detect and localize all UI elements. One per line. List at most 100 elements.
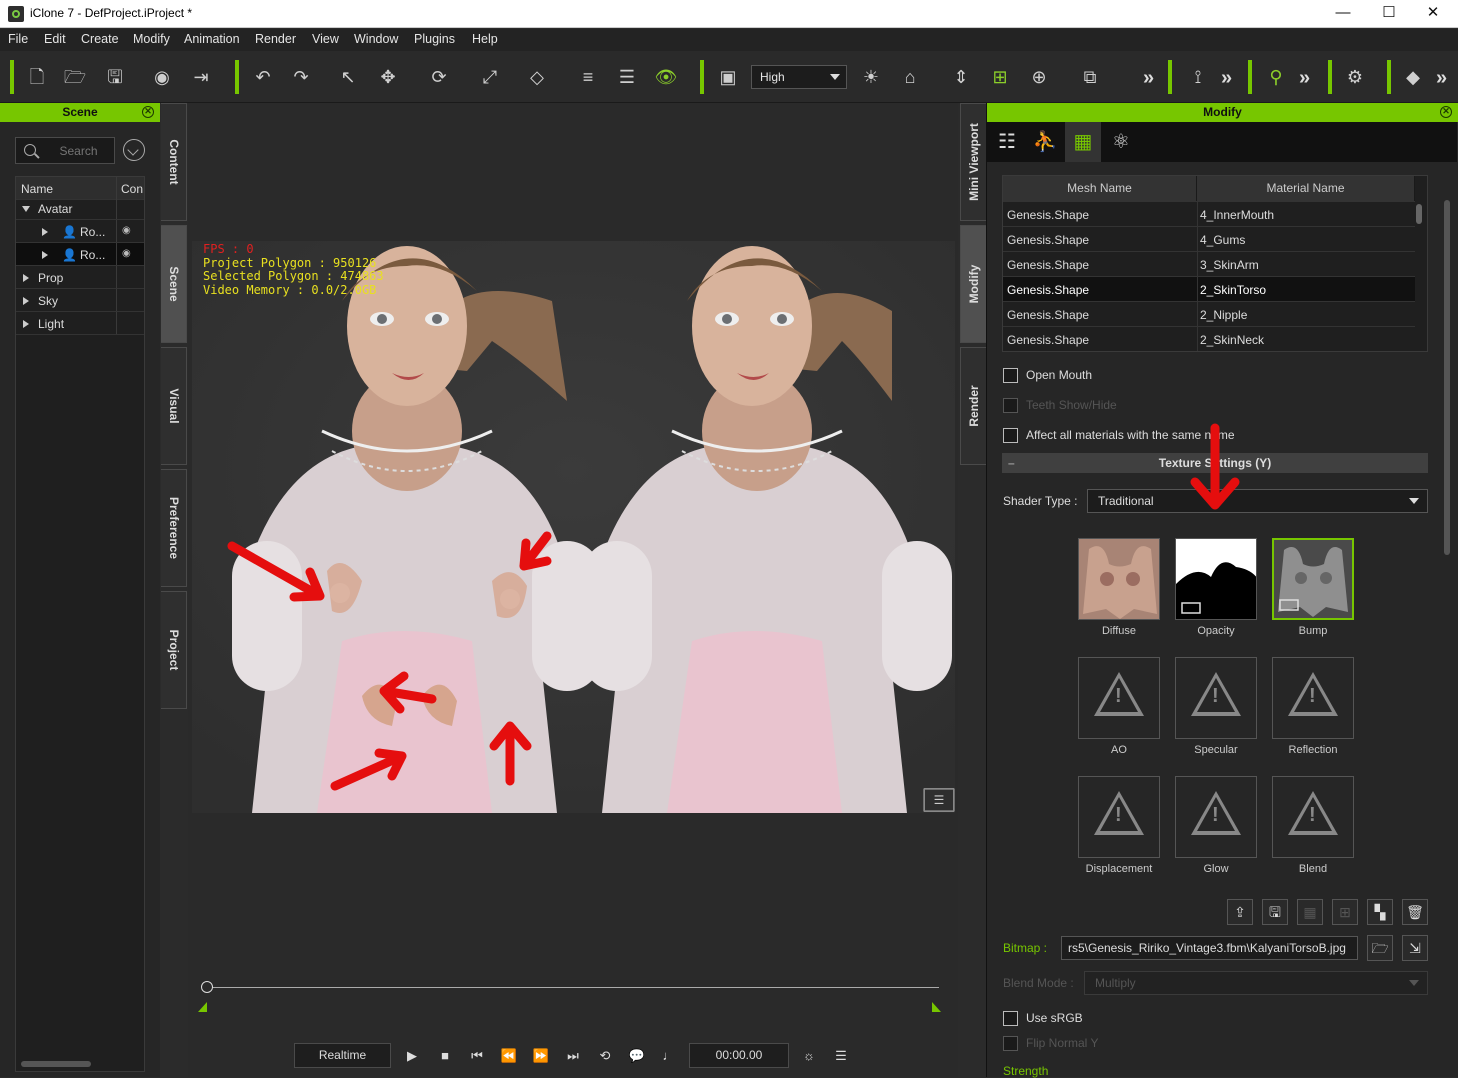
maximize-button[interactable]: ☐ [1366,0,1412,28]
end-marker[interactable] [932,1002,941,1012]
camera-icon[interactable]: ⊕ [1027,65,1051,89]
expand-icon[interactable] [23,297,29,305]
collapse-icon[interactable] [22,206,30,212]
timeline-playhead[interactable] [201,981,213,993]
diamond-icon[interactable]: ◆ [1401,65,1425,89]
launch-editor-icon[interactable]: ⇲ [1402,935,1428,961]
tree-item-sky[interactable]: Sky [16,289,144,312]
more-toolbar-icon[interactable]: » [1143,67,1154,90]
menu-window[interactable]: Window [354,32,398,46]
bone-icon[interactable]: ⟟ [1186,65,1210,89]
go-end-icon[interactable]: ⏭ [564,1047,582,1065]
distribute-icon[interactable]: ☰ [615,65,639,89]
export-icon[interactable]: ⇥ [189,65,213,89]
diffuse-slot[interactable] [1078,538,1160,620]
expand-icon[interactable] [23,274,29,282]
column-con[interactable]: Con [121,182,143,196]
table-row[interactable]: Genesis.Shape 2_Nipple [1003,301,1415,326]
menu-edit[interactable]: Edit [44,32,66,46]
prev-frame-icon[interactable]: ⏪ [500,1047,518,1065]
eye-icon[interactable]: ◉ [122,225,131,236]
close-icon[interactable]: ✕ [1440,106,1452,118]
panel-scrollbar[interactable] [1444,200,1450,555]
tab-modify[interactable]: Modify [960,225,986,343]
align-icon[interactable]: ◇ [525,65,549,89]
more-toolbar-icon[interactable]: » [1299,67,1310,90]
menu-modify[interactable]: Modify [133,32,170,46]
browse-folder-icon[interactable]: 🗁 [1367,935,1393,961]
home-camera-icon[interactable]: ⌂ [898,65,922,89]
new-file-icon[interactable]: 🗋 [25,65,49,89]
table-row[interactable]: Genesis.Shape 3_SkinArm [1003,251,1415,276]
shader-type-dropdown[interactable]: Traditional [1087,489,1428,513]
audio-icon[interactable]: ♩ [660,1047,678,1065]
comment-icon[interactable]: ☰ [924,788,954,812]
table-row-selected[interactable]: Genesis.Shape 2_SkinTorso [1003,276,1415,301]
fit-icon[interactable]: ⇕ [949,65,973,89]
menu-create[interactable]: Create [81,32,119,46]
open-folder-icon[interactable]: 🗁 [63,65,87,89]
select-icon[interactable]: ↖ [336,65,360,89]
displacement-slot[interactable] [1078,776,1160,858]
tree-item-character-1[interactable]: 👤 Ro... ◉ [16,220,144,243]
motion-figure-icon[interactable]: ⛹ [1027,122,1063,162]
gizmo-icon[interactable]: ⊞ [988,65,1012,89]
eye-icon[interactable]: ◉ [122,248,131,259]
go-start-icon[interactable]: ⏮ [468,1047,486,1065]
table-scrollbar[interactable] [1416,204,1422,224]
undo-icon[interactable]: ↶ [251,65,275,89]
blend-slot[interactable] [1272,776,1354,858]
menu-help[interactable]: Help [472,32,498,46]
expand-icon[interactable] [42,251,48,259]
column-name[interactable]: Name [21,182,53,196]
stop-icon[interactable]: ■ [436,1047,454,1065]
frame-icon[interactable]: ⧉ [1078,65,1102,89]
search-input[interactable] [46,142,111,159]
rotate-icon[interactable]: ⟳ [427,65,451,89]
start-marker[interactable] [198,1002,207,1012]
close-icon[interactable]: ✕ [142,106,154,118]
timeline-menu-icon[interactable]: ☰ [832,1047,850,1065]
redo-icon[interactable]: ↷ [289,65,313,89]
load-texture-icon[interactable]: ⇪ [1227,899,1253,925]
tab-mini-viewport[interactable]: Mini Viewport [960,103,986,221]
bitmap-path-field[interactable]: rs5\Genesis_Ririko_Vintage3.fbm\KalyaniT… [1061,936,1358,960]
column-mesh-name[interactable]: Mesh Name [1003,176,1197,201]
subtitle-icon[interactable]: 💬 [628,1047,646,1065]
glow-slot[interactable] [1175,776,1257,858]
playback-mode-button[interactable]: Realtime [294,1043,391,1068]
use-srgb-checkbox[interactable] [1003,1011,1018,1026]
opacity-slot[interactable] [1175,538,1257,620]
save-texture-icon[interactable]: 🖫 [1262,899,1288,925]
motion-icon[interactable]: ⚲ [1264,65,1288,89]
render-viewport[interactable] [192,241,955,813]
loop-icon[interactable]: ⟲ [596,1047,614,1065]
filter-dropdown-button[interactable] [123,139,145,161]
open-mouth-checkbox[interactable] [1003,368,1018,383]
tab-render[interactable]: Render [960,347,986,465]
more-toolbar-icon[interactable]: » [1436,67,1447,90]
preview-icon[interactable]: ◉ [150,65,174,89]
bump-slot[interactable] [1272,538,1354,620]
scene-search[interactable] [15,137,115,164]
tab-visual[interactable]: Visual [161,347,187,465]
move-icon[interactable]: ✥ [376,65,400,89]
timeline-slider[interactable] [198,980,941,1020]
close-button[interactable]: ✕ [1410,0,1456,28]
menu-file[interactable]: File [8,32,28,46]
expand-icon[interactable] [42,228,48,236]
tree-item-avatar[interactable]: Avatar [16,197,144,220]
tab-preference[interactable]: Preference [161,469,187,587]
menu-view[interactable]: View [312,32,339,46]
table-row[interactable]: Genesis.Shape 4_Gums [1003,226,1415,251]
tree-item-character-2[interactable]: 👤 Ro... ◉ [16,243,144,266]
checker-icon[interactable]: ▚ [1367,899,1393,925]
menu-animation[interactable]: Animation [184,32,240,46]
timecode-field[interactable]: 00:00.00 [689,1043,789,1068]
tab-project[interactable]: Project [161,591,187,709]
menu-render[interactable]: Render [255,32,296,46]
reflection-slot[interactable] [1272,657,1354,739]
horizontal-scrollbar[interactable] [21,1061,91,1067]
settings-sliders-icon[interactable]: ⚙ [1343,65,1367,89]
material-checker-icon[interactable]: ▦ [1065,122,1101,162]
